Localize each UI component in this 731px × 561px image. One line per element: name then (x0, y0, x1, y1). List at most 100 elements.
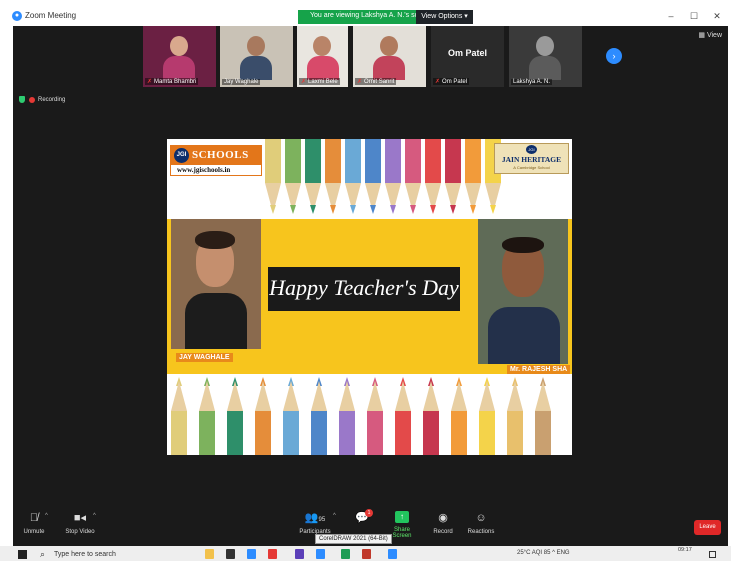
pencil-bottom (423, 377, 439, 455)
participant-name: Laxmi Bele (308, 79, 338, 85)
participant-name: Jay Waghale (224, 79, 259, 85)
system-tray[interactable]: 25°C AQI 85 ^ ENG (517, 550, 570, 556)
participant-caption: ✗ Laxmi Bele (299, 78, 340, 85)
reactions-button[interactable]: ☺ Reactions (465, 511, 497, 535)
shield-icon[interactable] (19, 96, 25, 103)
participants-count: 95 (318, 517, 326, 523)
taskbar-search-input[interactable]: Type here to search (54, 551, 116, 558)
window-title: Zoom Meeting (25, 11, 77, 20)
participants-button[interactable]: 👥95 Participants ^ (295, 511, 336, 535)
chat-button[interactable]: 💬 1 (348, 509, 376, 529)
notification-icon[interactable] (709, 551, 716, 558)
taskbar-clock[interactable]: 09:17 (678, 547, 692, 553)
pencil-top (325, 139, 341, 217)
muted-mic-icon: ✗ (301, 79, 307, 85)
minimize-button[interactable]: – (665, 11, 677, 21)
participant-caption: ✗ Mamta Bhambri (145, 78, 199, 85)
screen-share-banner: You are viewing Lakshya A. N.'s screen V… (298, 10, 473, 24)
onenote-icon[interactable] (295, 549, 304, 559)
pencil-bottom (311, 377, 327, 455)
slide-yellow-band: Happy Teacher's Day JAY WAGHALE Mr. RAJE… (167, 219, 572, 374)
pencil-bottom (507, 377, 523, 455)
video-camera-icon: ■◂ (73, 512, 87, 524)
office-icon[interactable] (268, 549, 277, 559)
view-options-button[interactable]: View Options ▾ (416, 10, 473, 24)
participant-video (170, 36, 188, 56)
muted-mic-icon: ✗ (435, 79, 441, 85)
participant-tile[interactable]: ✗ Laxmi Bele (297, 26, 348, 87)
participant-caption: Lakshya A. N. (511, 79, 553, 85)
participants-icon: 👥95 (304, 512, 326, 524)
muted-mic-icon: ✗ (147, 79, 153, 85)
unmute-button[interactable]: 🎙̸ Unmute ^ (19, 511, 49, 535)
close-button[interactable]: ✕ (711, 11, 723, 22)
windows-start-icon[interactable] (18, 550, 27, 559)
gallery-next-icon[interactable]: › (606, 48, 622, 64)
chevron-up-icon[interactable]: ^ (333, 513, 336, 519)
pencil-top (405, 139, 421, 217)
maximize-button[interactable]: ☐ (688, 11, 700, 22)
shared-screen: JGI SCHOOLS www.jgischools.in JGI JAIN H… (167, 139, 572, 455)
participant-caption: ✗ Om Patel (433, 78, 470, 85)
pencil-bottom (395, 377, 411, 455)
jgi-logo-name: SCHOOLS (192, 149, 249, 161)
meeting-status: Recording (19, 96, 65, 103)
pencil-top (265, 139, 281, 217)
pencil-bottom (535, 377, 551, 455)
stop-video-label: Stop Video (65, 529, 95, 535)
meeting-toolbar: 🎙̸ Unmute ^ ■◂ Stop Video ^ 👥95 Particip… (13, 509, 728, 546)
participant-video (247, 36, 265, 56)
pencil-bottom (283, 377, 299, 455)
pencil-top (385, 139, 401, 217)
pencil-bottom (367, 377, 383, 455)
participant-tile[interactable]: Om Patel ✗ Om Patel (431, 26, 504, 87)
jgi-logo-url: www.jgischools.in (177, 166, 231, 174)
participant-video-body (307, 56, 339, 80)
chevron-up-icon[interactable]: ^ (45, 513, 48, 519)
jgi-badge: JGI (174, 148, 189, 163)
pencil-bottom (451, 377, 467, 455)
participant-tile[interactable]: ✗ Mamta Bhambri (143, 26, 216, 87)
zoom-taskbar-icon[interactable] (316, 549, 325, 559)
zoom-window: ● Zoom Meeting You are viewing Lakshya A… (0, 0, 731, 561)
chat-unread-badge: 1 (365, 509, 373, 517)
jain-logo-subtitle: A Cambridge School (513, 165, 550, 170)
participant-name: Ornit Sanrit (364, 79, 395, 85)
participant-tile[interactable]: Jay Waghale (220, 26, 293, 87)
meeting-area: ✗ Mamta Bhambri Jay Waghale ✗ Laxmi Bele ✗… (13, 26, 728, 546)
zoom-active-icon[interactable] (388, 549, 397, 559)
record-button[interactable]: ◉ Record (431, 511, 455, 535)
recording-label: Recording (38, 97, 66, 104)
participant-tile[interactable]: ✗ Ornit Sanrit (353, 26, 426, 87)
taskbar-tooltip: CorelDRAW 2021 (64-Bit) (315, 534, 392, 544)
participant-video (380, 36, 398, 56)
participant-video-body (163, 56, 195, 80)
view-options-label: View Options (421, 13, 463, 20)
stop-video-button[interactable]: ■◂ Stop Video ^ (63, 511, 97, 535)
pencil-bottom (339, 377, 355, 455)
leave-button[interactable]: Leave (694, 520, 721, 535)
participant-caption: ✗ Ornit Sanrit (355, 78, 397, 85)
participant-video (313, 36, 331, 56)
coreldraw-icon[interactable] (362, 549, 371, 559)
photo-body (488, 307, 560, 364)
chevron-up-icon[interactable]: ^ (93, 513, 96, 519)
jain-logo-name: JAIN HERITAGE (501, 155, 562, 164)
participant-caption: Jay Waghale (222, 79, 261, 85)
edge-icon[interactable] (247, 549, 256, 559)
participant-name: Om Patel (442, 79, 468, 85)
record-dot-icon (29, 96, 35, 103)
view-button[interactable]: ▦ View (698, 31, 722, 39)
file-explorer-icon[interactable] (205, 549, 214, 559)
pencil-top (305, 139, 321, 217)
store-icon[interactable] (226, 549, 235, 559)
record-icon: ◉ (438, 512, 448, 524)
smiley-icon: ☺ (475, 512, 487, 524)
title-bar: ● Zoom Meeting You are viewing Lakshya A… (0, 8, 731, 26)
participant-name: Mamta Bhambri (154, 79, 197, 85)
app-taskbar-icon[interactable] (341, 549, 350, 559)
pencil-top (425, 139, 441, 217)
participant-tile[interactable]: Lakshya A. N. (509, 26, 582, 87)
search-icon[interactable]: ⌕ (40, 549, 45, 560)
jgi-schools-logo: JGI SCHOOLS www.jgischools.in (170, 145, 262, 176)
